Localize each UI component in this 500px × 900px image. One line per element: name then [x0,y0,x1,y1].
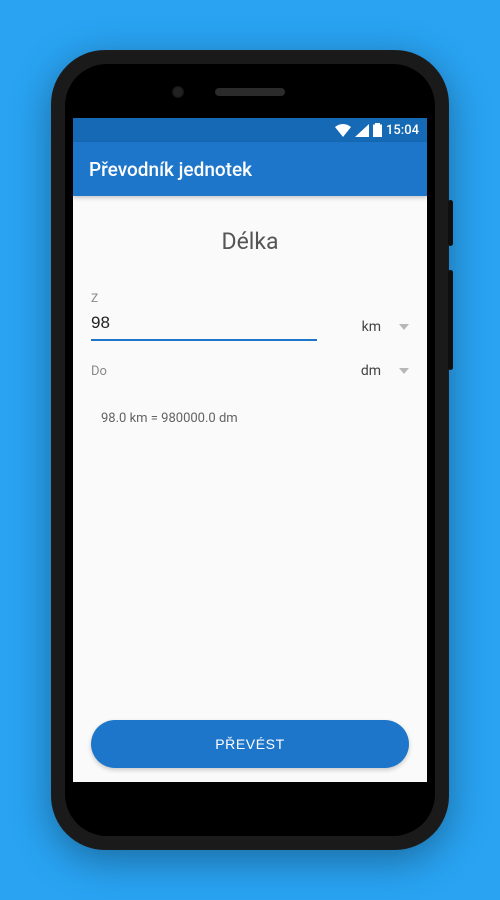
phone-camera [172,86,184,98]
page-title: Délka [91,228,409,255]
status-bar: 15:04 [73,118,427,142]
result-text: 98.0 km = 980000.0 dm [101,411,409,426]
convert-button[interactable]: PŘEVÉST [91,720,409,768]
spacer [91,426,409,720]
phone-bezel: 15:04 Převodník jednotek Délka Z km [65,64,435,836]
wifi-icon [335,124,351,137]
app-title: Převodník jednotek [89,158,252,181]
signal-icon [355,124,369,137]
app-screen: 15:04 Převodník jednotek Délka Z km [73,118,427,782]
to-label: Do [91,364,317,385]
to-unit-select[interactable]: dm [329,363,409,385]
from-input[interactable] [91,307,317,341]
to-row: Do dm [91,363,409,385]
from-unit-value: km [362,319,381,335]
chevron-down-icon [399,368,409,374]
chevron-down-icon [399,324,409,330]
to-unit-value: dm [361,363,381,379]
phone-volume-button [448,270,453,370]
from-row: Z km [91,291,409,341]
phone-frame: 15:04 Převodník jednotek Délka Z km [51,50,449,850]
from-input-wrap: Z [91,291,317,341]
from-unit-select[interactable]: km [329,319,409,341]
battery-icon [373,123,382,137]
status-time: 15:04 [386,123,419,138]
app-bar: Převodník jednotek [73,142,427,196]
from-label: Z [91,291,317,305]
phone-speaker [215,88,285,96]
phone-power-button [448,200,453,246]
content-area: Délka Z km Do dm [73,196,427,782]
